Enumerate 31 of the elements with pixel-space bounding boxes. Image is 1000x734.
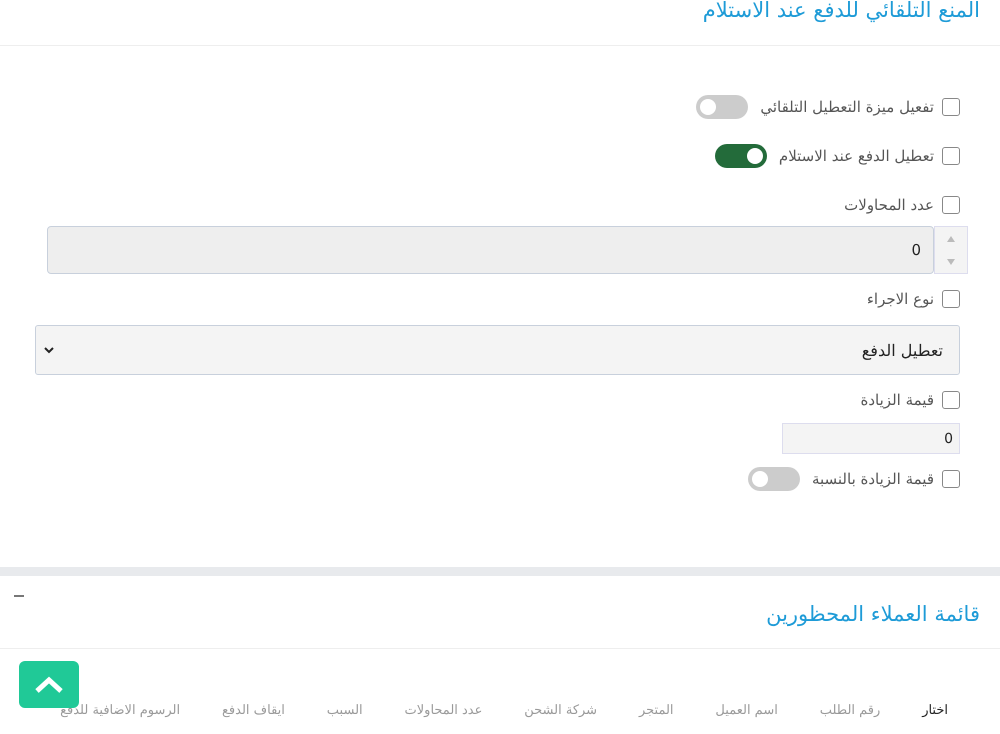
chevron-down-icon <box>44 346 54 354</box>
column-header: شركة الشحن <box>524 703 598 718</box>
checkbox[interactable] <box>942 146 960 164</box>
column-header: اختار <box>922 703 948 718</box>
field-label: قيمة الزيادة <box>860 390 934 408</box>
checkbox[interactable] <box>942 290 960 308</box>
checkbox[interactable] <box>942 470 960 488</box>
field-label: عدد المحاولات <box>844 196 934 214</box>
input-field[interactable]: 0 <box>782 423 960 454</box>
toggle-switch[interactable] <box>714 144 767 168</box>
column-header: السبب <box>326 703 363 718</box>
column-header: اسم العميل <box>715 703 778 718</box>
number-field[interactable]: 0 <box>47 226 934 274</box>
checkbox[interactable] <box>942 390 960 408</box>
field-label: نوع الاجراء <box>866 290 934 308</box>
section-title: قائمة العملاء المحظورين <box>766 601 980 628</box>
checkbox[interactable] <box>942 196 960 214</box>
column-header: الرسوم الاضافية للدفع <box>60 703 180 718</box>
column-header: ايقاف الدفع <box>222 703 285 718</box>
select-field[interactable]: تعطيل الدفع <box>35 325 960 375</box>
column-header: المتجر <box>638 703 674 718</box>
section-title: المنع التلقائي للدفع عند الاستلام <box>702 0 980 24</box>
field-label: تفعيل ميزة التعطيل التلقائي <box>760 98 934 116</box>
field-label: تعطيل الدفع عند الاستلام <box>778 146 934 164</box>
checkbox[interactable] <box>942 98 960 116</box>
toggle-switch[interactable] <box>696 94 748 118</box>
column-header: عدد المحاولات <box>404 703 482 718</box>
column-header: رقم الطلب <box>820 703 880 718</box>
chevron-up-icon <box>34 676 64 694</box>
toggle-switch[interactable] <box>748 466 800 490</box>
field-label: قيمة الزيادة بالنسبة <box>812 470 934 488</box>
